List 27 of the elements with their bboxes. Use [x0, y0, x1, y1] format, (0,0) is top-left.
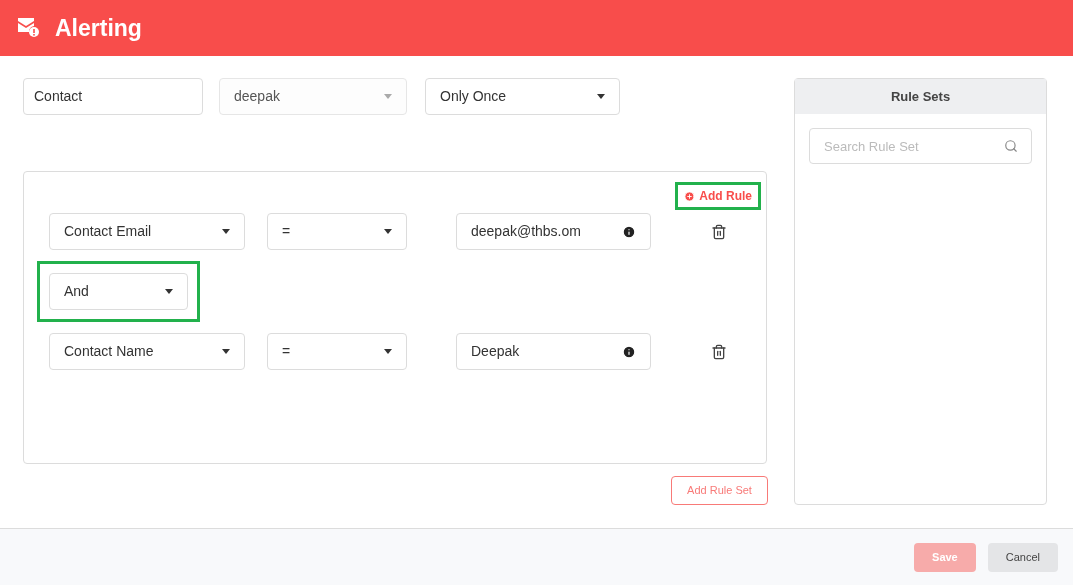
caret-icon — [384, 94, 392, 99]
value-field[interactable]: deepak@thbs.om — [456, 213, 651, 250]
caret-icon — [384, 229, 392, 234]
panel-title: Rule Sets — [795, 79, 1046, 114]
delete-icon[interactable] — [711, 223, 727, 240]
delete-icon[interactable] — [711, 343, 727, 360]
page-title: Alerting — [55, 13, 142, 43]
dropdown[interactable]: And — [49, 273, 188, 310]
dropdown[interactable]: Only Once — [425, 78, 620, 115]
caret-icon — [165, 289, 173, 294]
mail-alert-icon — [18, 18, 40, 38]
caret-icon — [597, 94, 605, 99]
dropdown[interactable]: Contact Name — [49, 333, 245, 370]
info-icon — [622, 224, 636, 239]
cancel-button[interactable]: Cancel — [987, 542, 1058, 572]
text-field[interactable]: Contact — [23, 78, 203, 115]
dropdown[interactable]: = — [267, 213, 407, 250]
dropdown[interactable]: Contact Email — [49, 213, 245, 250]
search-field[interactable]: Search Rule Set — [809, 128, 1032, 164]
caret-icon — [222, 229, 230, 234]
value-field[interactable]: Deepak — [456, 333, 651, 370]
search-icon — [1004, 139, 1018, 153]
dropdown[interactable]: = — [267, 333, 407, 370]
caret-icon — [222, 349, 230, 354]
caret-icon — [384, 349, 392, 354]
plus-circle-icon — [684, 190, 696, 202]
info-icon — [622, 344, 636, 359]
